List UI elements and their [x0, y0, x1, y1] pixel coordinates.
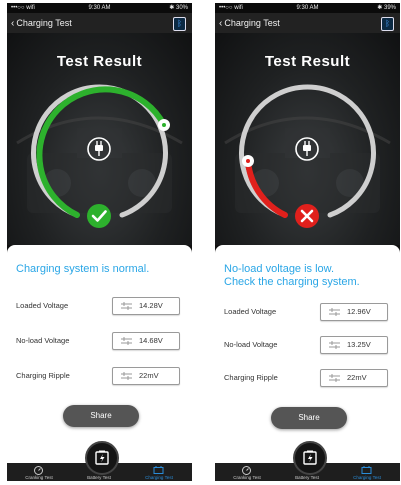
battery-test-fab[interactable] — [85, 441, 119, 475]
loaded-voltage-row: Loaded Voltage 12.96V — [224, 303, 394, 323]
status-bar: •••○○ wifi 9:30 AM ✱ 39% — [215, 3, 400, 13]
result-gauge — [239, 84, 376, 228]
status-bar: •••○○ wifi 9:30 AM ✱ 30% — [7, 3, 192, 13]
back-button[interactable]: ‹ Charging Test — [11, 13, 72, 34]
back-button[interactable]: ‹ Charging Test — [219, 13, 280, 34]
tab-label: Charging Test — [353, 475, 381, 480]
phone-screen-pass: •••○○ wifi 9:30 AM ✱ 30% ‹ Charging Test … — [7, 3, 192, 481]
value-box: 22mV — [320, 369, 388, 387]
waveform-icon — [121, 337, 132, 345]
result-gauge — [31, 84, 170, 228]
loaded-voltage-row: Loaded Voltage 14.28V — [16, 297, 186, 317]
row-label: No-load Voltage — [16, 336, 70, 345]
back-label: Charging Test — [16, 18, 72, 28]
plug-icon — [87, 137, 111, 161]
value-text: 12.96V — [347, 307, 371, 316]
bluetooth-icon[interactable]: ᛒ — [173, 17, 186, 31]
no-load-voltage-row: No-load Voltage 14.68V — [16, 332, 186, 352]
result-message: No-load voltage is low. Check the chargi… — [224, 263, 360, 288]
value-text: 22mV — [139, 371, 159, 380]
row-label: Loaded Voltage — [224, 307, 277, 316]
speedometer-icon — [34, 466, 43, 475]
charging-ripple-row: Charging Ripple 22mV — [224, 369, 394, 389]
tab-cranking-test[interactable]: Cranking Test — [217, 463, 277, 481]
share-button[interactable]: Share — [271, 407, 347, 429]
battery-test-fab[interactable] — [293, 441, 327, 475]
nav-bar: ‹ Charging Test ᛒ — [215, 13, 400, 33]
row-label: No-load Voltage — [224, 340, 278, 349]
battery-icon — [95, 450, 109, 465]
battery-status: ✱ 30% — [169, 5, 188, 11]
row-label: Charging Ripple — [224, 373, 278, 382]
chevron-left-icon: ‹ — [219, 18, 223, 29]
value-box: 14.28V — [112, 297, 180, 315]
value-box: 14.68V — [112, 332, 180, 350]
waveform-icon — [121, 302, 132, 310]
tab-cranking-test[interactable]: Cranking Test — [9, 463, 69, 481]
tab-charging-test[interactable]: Charging Test — [129, 463, 189, 481]
value-box: 13.25V — [320, 336, 388, 354]
bluetooth-icon[interactable]: ᛒ — [381, 17, 394, 31]
tab-label: Cranking Test — [25, 475, 53, 480]
battery-status: ✱ 39% — [377, 5, 396, 11]
tab-label: Battery Test — [295, 475, 319, 480]
result-message: Charging system is normal. — [16, 263, 150, 275]
phone-screen-fail: •••○○ wifi 9:30 AM ✱ 39% ‹ Charging Test … — [215, 3, 400, 481]
waveform-icon — [121, 372, 132, 380]
plug-icon — [295, 137, 319, 161]
tab-label: Charging Test — [145, 475, 173, 480]
charging-ripple-row: Charging Ripple 22mV — [16, 367, 186, 387]
value-text: 14.28V — [139, 301, 163, 310]
share-button[interactable]: Share — [63, 405, 139, 427]
value-text: 22mV — [347, 373, 367, 382]
waveform-icon — [329, 374, 340, 382]
nav-bar: ‹ Charging Test ᛒ — [7, 13, 192, 33]
value-text: 13.25V — [347, 340, 371, 349]
car-battery-icon — [153, 466, 164, 474]
chevron-left-icon: ‹ — [11, 18, 15, 29]
waveform-icon — [329, 341, 340, 349]
tab-label: Cranking Test — [233, 475, 261, 480]
back-label: Charging Test — [224, 18, 280, 28]
tab-label: Battery Test — [87, 475, 111, 480]
value-box: 12.96V — [320, 303, 388, 321]
tab-charging-test[interactable]: Charging Test — [337, 463, 397, 481]
battery-icon — [303, 450, 317, 465]
no-load-voltage-row: No-load Voltage 13.25V — [224, 336, 394, 356]
value-box: 22mV — [112, 367, 180, 385]
row-label: Charging Ripple — [16, 371, 70, 380]
speedometer-icon — [242, 466, 251, 475]
value-text: 14.68V — [139, 336, 163, 345]
waveform-icon — [329, 308, 340, 316]
status-time: 9:30 AM — [88, 5, 111, 11]
result-hero: Test Result — [7, 33, 192, 245]
row-label: Loaded Voltage — [16, 301, 69, 310]
check-icon — [87, 204, 111, 228]
result-hero: Test Result — [215, 33, 400, 245]
status-time: 9:30 AM — [296, 5, 319, 11]
cross-icon — [295, 204, 319, 228]
car-battery-icon — [361, 466, 372, 474]
